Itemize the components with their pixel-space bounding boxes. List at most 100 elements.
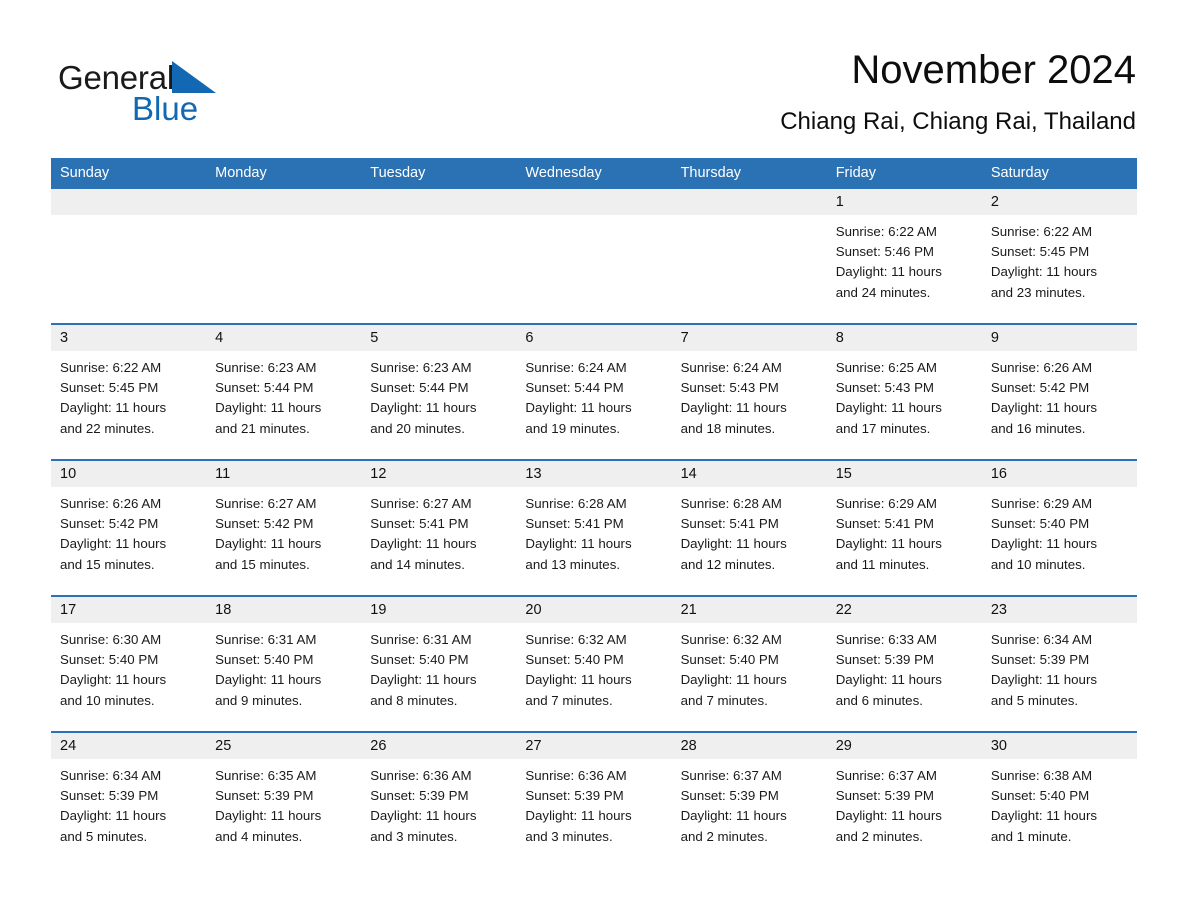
day-detail-line: and 3 minutes. — [370, 828, 458, 844]
day-detail-line: and 18 minutes. — [680, 420, 776, 436]
day-cell-28[interactable]: Sunrise: 6:37 AM Sunset: 5:39 PM Daylight:… — [672, 759, 827, 867]
day-detail-line: Sunrise: 6:27 AM — [215, 496, 317, 511]
day-detail-line: and 10 minutes. — [60, 692, 155, 708]
day-cell-20[interactable]: Sunrise: 6:32 AM Sunset: 5:40 PM Daylight:… — [516, 623, 671, 731]
day-number-8[interactable]: 8 — [827, 325, 982, 351]
day-number-23[interactable]: 23 — [982, 597, 1137, 623]
day-detail-line: and 20 minutes. — [370, 420, 465, 436]
day-number-26[interactable]: 26 — [361, 733, 516, 759]
day-cell-10[interactable]: Sunrise: 6:26 AM Sunset: 5:42 PM Daylight:… — [51, 487, 206, 595]
day-number-22[interactable]: 22 — [827, 597, 982, 623]
day-number-19[interactable]: 19 — [361, 597, 516, 623]
day-detail-line: Sunset: 5:42 PM — [215, 516, 314, 532]
day-number-9[interactable]: 9 — [982, 325, 1137, 351]
day-cell-25[interactable]: Sunrise: 6:35 AM Sunset: 5:39 PM Daylight:… — [206, 759, 361, 867]
day-detail-line: and 7 minutes. — [525, 692, 613, 708]
day-number-15[interactable]: 15 — [827, 461, 982, 487]
weekday-header-thursday: Thursday — [680, 165, 742, 181]
day-detail-line: Sunrise: 6:35 AM — [215, 768, 317, 783]
day-number-21[interactable]: 21 — [672, 597, 827, 623]
day-cell-16[interactable]: Sunrise: 6:29 AM Sunset: 5:40 PM Daylight:… — [982, 487, 1137, 595]
day-number-20[interactable]: 20 — [516, 597, 671, 623]
day-detail-line: Sunrise: 6:22 AM — [60, 360, 162, 375]
day-detail-line: Sunrise: 6:22 AM — [990, 224, 1093, 239]
day-number-12[interactable]: 12 — [361, 461, 516, 487]
week-daynumber-band: 17 18 19 20 21 22 23 — [51, 597, 1137, 623]
day-detail-line: Daylight: 11 hours — [370, 400, 477, 416]
day-cell-24[interactable]: Sunrise: 6:34 AM Sunset: 5:39 PM Daylight:… — [51, 759, 206, 867]
weekday-header-wednesday: Wednesday — [525, 165, 602, 181]
day-cell-4[interactable]: Sunrise: 6:23 AM Sunset: 5:44 PM Daylight:… — [206, 351, 361, 459]
day-detail-line: Daylight: 11 hours — [525, 808, 632, 824]
day-cell-12[interactable]: Sunrise: 6:27 AM Sunset: 5:41 PM Daylight:… — [361, 487, 516, 595]
day-detail-line: and 6 minutes. — [835, 692, 923, 708]
day-number-16[interactable]: 16 — [982, 461, 1137, 487]
day-cell-23[interactable]: Sunrise: 6:34 AM Sunset: 5:39 PM Daylight:… — [982, 623, 1137, 731]
day-detail-line: Sunrise: 6:33 AM — [835, 632, 937, 647]
day-cell-6[interactable]: Sunrise: 6:24 AM Sunset: 5:44 PM Daylight:… — [516, 351, 671, 459]
weekday-header-sunday: Sunday — [60, 165, 110, 181]
day-number-6[interactable]: 6 — [516, 325, 671, 351]
general-blue-logo[interactable]: General Blue — [58, 56, 258, 130]
day-detail-line: Daylight: 11 hours — [680, 400, 787, 416]
day-detail-line: and 2 minutes. — [680, 828, 768, 844]
day-detail-line: Sunrise: 6:24 AM — [525, 360, 627, 375]
day-detail-line: Sunset: 5:40 PM — [525, 652, 624, 668]
day-cell-15[interactable]: Sunrise: 6:29 AM Sunset: 5:41 PM Daylight:… — [827, 487, 982, 595]
day-cell-8[interactable]: Sunrise: 6:25 AM Sunset: 5:43 PM Daylight:… — [827, 351, 982, 459]
day-number-28[interactable]: 28 — [672, 733, 827, 759]
day-number-2[interactable]: 2 — [982, 189, 1137, 215]
day-detail-line: Sunset: 5:43 PM — [680, 380, 779, 396]
day-number-7[interactable]: 7 — [672, 325, 827, 351]
day-detail-line: Sunset: 5:39 PM — [990, 652, 1090, 668]
day-number-3[interactable]: 3 — [51, 325, 206, 351]
day-number-empty — [361, 189, 516, 215]
day-detail-line: Daylight: 11 hours — [680, 536, 787, 552]
day-number-17[interactable]: 17 — [51, 597, 206, 623]
day-cell-27[interactable]: Sunrise: 6:36 AM Sunset: 5:39 PM Daylight:… — [516, 759, 671, 867]
day-cell-21[interactable]: Sunrise: 6:32 AM Sunset: 5:40 PM Daylight:… — [672, 623, 827, 731]
day-cell-3[interactable]: Sunrise: 6:22 AM Sunset: 5:45 PM Daylight:… — [51, 351, 206, 459]
day-number-5[interactable]: 5 — [361, 325, 516, 351]
day-detail-line: Daylight: 11 hours — [990, 672, 1098, 688]
day-number-18[interactable]: 18 — [206, 597, 361, 623]
page-title: November 2024 — [851, 48, 1136, 92]
day-cell-22[interactable]: Sunrise: 6:33 AM Sunset: 5:39 PM Daylight:… — [827, 623, 982, 731]
day-number-14[interactable]: 14 — [672, 461, 827, 487]
day-number-11[interactable]: 11 — [206, 461, 361, 487]
day-cell-11[interactable]: Sunrise: 6:27 AM Sunset: 5:42 PM Daylight:… — [206, 487, 361, 595]
day-cell-5[interactable]: Sunrise: 6:23 AM Sunset: 5:44 PM Daylight:… — [361, 351, 516, 459]
day-number-10[interactable]: 10 — [51, 461, 206, 487]
day-detail-line: Daylight: 11 hours — [525, 672, 632, 688]
day-cell-9[interactable]: Sunrise: 6:26 AM Sunset: 5:42 PM Daylight:… — [982, 351, 1137, 459]
day-cell-19[interactable]: Sunrise: 6:31 AM Sunset: 5:40 PM Daylight:… — [361, 623, 516, 731]
day-detail-line: Sunrise: 6:34 AM — [990, 632, 1093, 647]
day-detail-line: Daylight: 11 hours — [215, 808, 322, 824]
day-detail-line: and 22 minutes. — [60, 420, 155, 436]
day-cell-18[interactable]: Sunrise: 6:31 AM Sunset: 5:40 PM Daylight:… — [206, 623, 361, 731]
day-cell-26[interactable]: Sunrise: 6:36 AM Sunset: 5:39 PM Daylight:… — [361, 759, 516, 867]
day-detail-line: Daylight: 11 hours — [60, 536, 167, 552]
day-detail-line: Daylight: 11 hours — [990, 808, 1098, 824]
day-number-29[interactable]: 29 — [827, 733, 982, 759]
day-number-27[interactable]: 27 — [516, 733, 671, 759]
day-detail-line: and 23 minutes. — [990, 284, 1086, 300]
day-detail-line: Sunrise: 6:36 AM — [370, 768, 472, 783]
day-number-4[interactable]: 4 — [206, 325, 361, 351]
day-cell-2[interactable]: Sunrise: 6:22 AM Sunset: 5:45 PM Daylight:… — [982, 215, 1137, 323]
day-number-24[interactable]: 24 — [51, 733, 206, 759]
day-detail-line: Sunset: 5:44 PM — [215, 380, 314, 396]
title-block: November 2024 Chiang Rai, Chiang Rai, Th… — [780, 46, 1136, 136]
day-number-30[interactable]: 30 — [982, 733, 1137, 759]
day-cell-13[interactable]: Sunrise: 6:28 AM Sunset: 5:41 PM Daylight:… — [516, 487, 671, 595]
day-number-1[interactable]: 1 — [827, 189, 982, 215]
day-number-25[interactable]: 25 — [206, 733, 361, 759]
day-cell-17[interactable]: Sunrise: 6:30 AM Sunset: 5:40 PM Daylight:… — [51, 623, 206, 731]
day-cell-1[interactable]: Sunrise: 6:22 AM Sunset: 5:46 PM Daylight:… — [827, 215, 982, 323]
day-cell-30[interactable]: Sunrise: 6:38 AM Sunset: 5:40 PM Daylight:… — [982, 759, 1137, 867]
day-number-13[interactable]: 13 — [516, 461, 671, 487]
day-cell-7[interactable]: Sunrise: 6:24 AM Sunset: 5:43 PM Daylight:… — [672, 351, 827, 459]
day-detail-line: Sunrise: 6:37 AM — [680, 768, 782, 783]
day-cell-14[interactable]: Sunrise: 6:28 AM Sunset: 5:41 PM Daylight:… — [672, 487, 827, 595]
day-cell-29[interactable]: Sunrise: 6:37 AM Sunset: 5:39 PM Daylight:… — [827, 759, 982, 867]
